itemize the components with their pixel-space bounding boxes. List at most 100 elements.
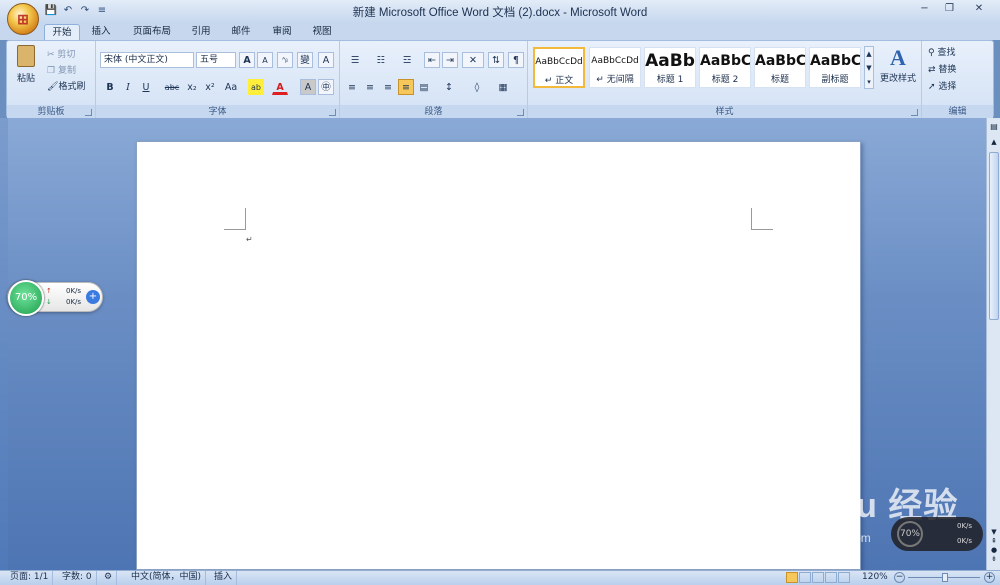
replace-button[interactable]: ⇄ 替换 — [928, 62, 956, 75]
font-group: 宋体 (中文正文) 五号 A A ᴬᵦ 變 A B I U abc x₂ x² … — [96, 41, 340, 119]
margin-mark-right — [751, 208, 773, 230]
strikethrough-button[interactable]: abc — [162, 79, 182, 95]
style-heading-2[interactable]: AaBbC 标题 2 — [699, 47, 751, 88]
bold-button[interactable]: B — [102, 79, 118, 95]
font-size-dropdown[interactable]: 五号 — [196, 52, 236, 68]
font-color-button[interactable]: A — [272, 79, 288, 95]
font-name-dropdown[interactable]: 宋体 (中文正文) — [100, 52, 194, 68]
tab-review[interactable]: 审阅 — [266, 24, 298, 40]
language-indicator[interactable]: 中文(简体，中国) — [127, 571, 207, 585]
full-screen-icon[interactable] — [799, 572, 811, 583]
insert-mode[interactable]: 插入 — [210, 571, 238, 585]
copy-button[interactable]: ❐ 复制 — [47, 63, 76, 76]
upload-arrow-icon: ↑ — [46, 287, 52, 295]
proofing-icon[interactable]: ⚙ — [100, 571, 118, 585]
shading-icon[interactable]: ◊ — [466, 79, 488, 95]
change-styles-button[interactable]: A 更改样式 — [878, 45, 918, 84]
increase-indent-icon[interactable]: ⇥ — [442, 52, 458, 68]
paste-button[interactable]: 粘贴 — [13, 45, 39, 89]
chinese-layout-icon[interactable]: ✕ — [462, 52, 484, 68]
style-normal[interactable]: AaBbCcDd ↵ 正文 — [533, 47, 585, 88]
zoom-level[interactable]: 120% — [862, 571, 888, 584]
styles-launcher-icon[interactable] — [911, 109, 918, 116]
phonetic-guide-icon[interactable]: 變 — [297, 52, 313, 68]
decrease-indent-icon[interactable]: ⇤ — [424, 52, 440, 68]
highlight-button[interactable]: ab — [248, 79, 264, 95]
font-launcher-icon[interactable] — [329, 109, 336, 116]
char-shading-button[interactable]: A — [300, 79, 316, 95]
char-border-icon[interactable]: A — [318, 52, 334, 68]
print-layout-icon[interactable] — [786, 572, 798, 583]
bullets-icon[interactable]: ☰ — [344, 52, 366, 68]
cut-button[interactable]: ✂ 剪切 — [47, 47, 75, 60]
outline-icon[interactable] — [825, 572, 837, 583]
borders-icon[interactable]: ▦ — [492, 79, 514, 95]
style-no-spacing[interactable]: AaBbCcDd ↵ 无间隔 — [589, 47, 641, 88]
ribbon: 粘贴 ✂ 剪切 ❐ 复制 🖌格式刷 剪贴板 宋体 (中文正文) 五号 A A ᴬ… — [6, 40, 994, 119]
ribbon-tabs: 开始 插入 页面布局 引用 邮件 审阅 视图 — [0, 22, 1000, 40]
zoom-slider-thumb[interactable] — [942, 573, 948, 582]
network-monitor-widget-dark[interactable]: 70% 0K/s 0K/s — [891, 517, 983, 551]
multilevel-list-icon[interactable]: ☲ — [396, 52, 418, 68]
word-count[interactable]: 字数: 0 — [58, 571, 97, 585]
replace-label: 替换 — [938, 65, 957, 75]
zoom-in-icon[interactable]: + — [984, 572, 995, 583]
distribute-icon[interactable]: ▤ — [416, 79, 432, 95]
paragraph-launcher-icon[interactable] — [517, 109, 524, 116]
justify-icon[interactable]: ≡ — [398, 79, 414, 95]
select-button[interactable]: ➚ 选择 — [928, 79, 956, 92]
style-name: ↵ 正文 — [544, 76, 574, 86]
editing-group: ⚲ 查找 ⇄ 替换 ➚ 选择 编辑 — [922, 41, 993, 119]
change-case-button[interactable]: Aa — [221, 79, 241, 95]
add-icon[interactable]: + — [86, 290, 100, 304]
document-page[interactable]: ↵ — [136, 141, 861, 570]
scroll-up-icon[interactable]: ▲ — [989, 138, 999, 148]
show-marks-icon[interactable]: ¶ — [508, 52, 524, 68]
clipboard-launcher-icon[interactable] — [85, 109, 92, 116]
tab-references[interactable]: 引用 — [185, 24, 217, 40]
align-left-icon[interactable]: ≡ — [344, 79, 360, 95]
tab-insert[interactable]: 插入 — [84, 24, 118, 40]
align-right-icon[interactable]: ≡ — [380, 79, 396, 95]
find-button[interactable]: ⚲ 查找 — [928, 45, 955, 58]
style-name: ↵ 无间隔 — [596, 75, 634, 85]
network-monitor-widget[interactable]: 70% ↑ ↓ 0K/s 0K/s + — [7, 280, 103, 316]
tab-mailings[interactable]: 邮件 — [225, 24, 257, 40]
sort-icon[interactable]: ⇅ — [488, 52, 504, 68]
shrink-font-icon[interactable]: A — [257, 52, 273, 68]
format-painter-button[interactable]: 🖌格式刷 — [47, 79, 85, 92]
line-spacing-icon[interactable]: ↕ — [438, 79, 460, 95]
tab-page-layout[interactable]: 页面布局 — [127, 24, 177, 40]
enclose-char-button[interactable]: ㊥ — [318, 79, 334, 95]
view-buttons — [786, 572, 850, 583]
cursor-icon: ➚ — [928, 82, 939, 92]
style-heading-1[interactable]: AaBb 标题 1 — [644, 47, 696, 88]
zoom-out-icon[interactable]: − — [894, 572, 905, 583]
restore-button[interactable]: ❐ — [937, 1, 962, 17]
underline-button[interactable]: U — [138, 79, 154, 95]
style-subtitle[interactable]: AaBbC 副标题 — [809, 47, 861, 88]
scroll-thumb[interactable] — [989, 152, 999, 320]
styles-scroll-icon[interactable]: ▲ ▼ ▾ — [864, 46, 874, 89]
grow-font-icon[interactable]: A — [239, 52, 255, 68]
clear-format-icon[interactable]: ᴬᵦ — [277, 52, 293, 68]
page-count[interactable]: 页面: 1/1 — [6, 571, 54, 585]
web-layout-icon[interactable] — [812, 572, 824, 583]
window-controls: − ❐ ✕ — [912, 1, 996, 17]
office-button[interactable]: ⊞ — [7, 3, 39, 35]
tab-view[interactable]: 视图 — [306, 24, 338, 40]
minimize-button[interactable]: − — [912, 1, 937, 17]
align-center-icon[interactable]: ≡ — [362, 79, 378, 95]
italic-button[interactable]: I — [120, 79, 136, 95]
superscript-button[interactable]: x² — [202, 79, 218, 95]
numbering-icon[interactable]: ☷ — [370, 52, 392, 68]
close-button[interactable]: ✕ — [962, 1, 996, 17]
browse-buttons-icon[interactable]: ▼ ⇞ ● ⇟ — [989, 528, 999, 564]
ruler-toggle-icon[interactable]: ▤ — [989, 122, 999, 134]
tab-home[interactable]: 开始 — [44, 24, 80, 40]
paragraph-group: ☰ ☷ ☲ ⇤ ⇥ ✕ ⇅ ¶ ≡ ≡ ≡ ≡ ▤ ↕ ◊ ▦ 段落 — [340, 41, 528, 119]
style-title[interactable]: AaBbC 标题 — [754, 47, 806, 88]
subscript-button[interactable]: x₂ — [184, 79, 200, 95]
vertical-scrollbar[interactable]: ▤ ▲ ▼ ⇞ ● ⇟ — [986, 118, 1000, 570]
draft-icon[interactable] — [838, 572, 850, 583]
